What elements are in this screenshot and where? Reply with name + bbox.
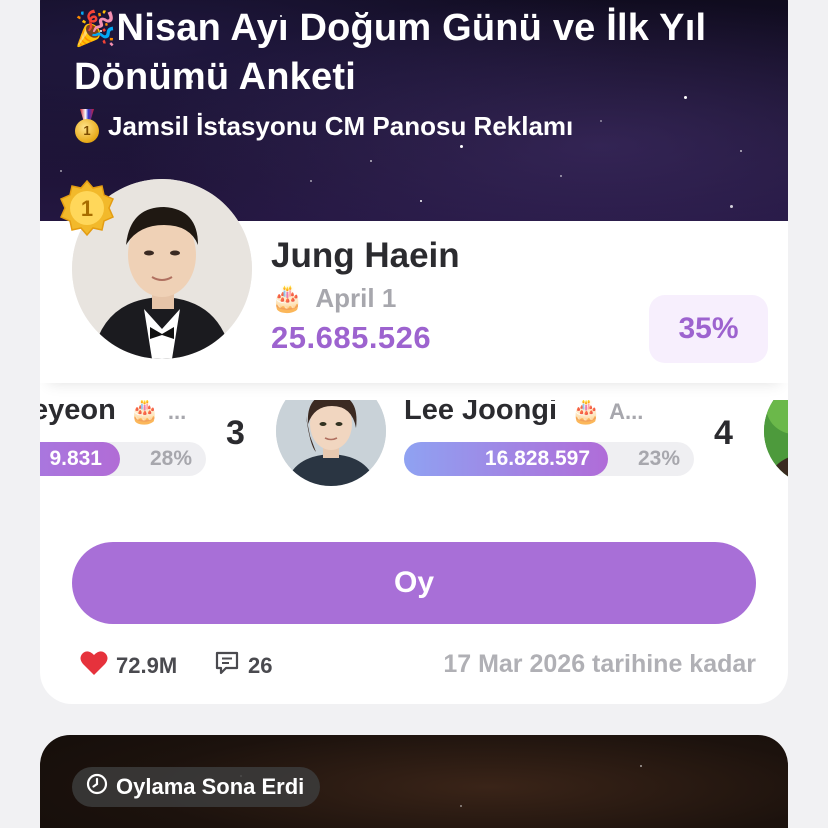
rank-4-avatar	[764, 400, 788, 486]
medal-icon: 1	[74, 109, 100, 143]
svg-text:1: 1	[81, 196, 93, 221]
leader-birthday-text: April 1	[315, 283, 397, 313]
rank-3-name: Lee Joongi 🎂 A...	[404, 400, 643, 427]
rank-2-name: eyeon 🎂 ...	[40, 400, 186, 427]
rank-3-avatar	[276, 400, 386, 486]
birthday-cake-icon: 🎂	[571, 400, 602, 425]
comments-count: 26	[248, 653, 273, 678]
poll-subtitle: 1 Jamsil İstasyonu CM Panosu Reklamı	[74, 109, 573, 143]
rank-1-badge-icon: 1	[58, 179, 116, 237]
poll-subtitle-text: Jamsil İstasyonu CM Panosu Reklamı	[108, 110, 574, 141]
poll-card[interactable]: 🎉Nisan Ayı Doğum Günü ve İlk Yıl Dönümü …	[40, 0, 788, 704]
heart-icon	[80, 650, 108, 682]
vote-button[interactable]: Oy	[72, 542, 756, 624]
poll-footer: 72.9M 26 17 Mar 2026 tarihine kadar	[80, 650, 756, 684]
rank-3-percent: 23%	[637, 447, 680, 470]
likes-stat[interactable]: 72.9M	[80, 650, 177, 682]
poll-title-text: Nisan Ayı Doğum Günü ve İlk Yıl Dönümü A…	[74, 7, 707, 98]
likes-count: 72.9M	[116, 653, 178, 678]
rank-4-number: 4	[714, 414, 733, 452]
poll-deadline: 17 Mar 2026 tarihine kadar	[443, 650, 756, 678]
clock-icon	[86, 773, 108, 801]
comments-stat[interactable]: 26	[214, 650, 272, 682]
leader-percent-badge: 35%	[649, 295, 768, 363]
leader-votes: 25.685.526	[271, 320, 432, 355]
rank-2-vote-fill: 9.831	[40, 442, 120, 476]
poll-title: 🎉Nisan Ayı Doğum Günü ve İlk Yıl Dönümü …	[74, 4, 764, 101]
leader-birthday: 🎂 April 1	[271, 283, 396, 314]
next-poll-card[interactable]: Oylama Sona Erdi	[40, 735, 788, 828]
rank-3-vote-fill: 16.828.597	[404, 442, 608, 476]
birthday-cake-icon: 🎂	[271, 283, 304, 314]
party-popper-icon: 🎉	[74, 9, 117, 49]
comment-icon	[214, 650, 240, 682]
leader-name: Jung Haein	[271, 236, 460, 275]
rank-2-percent: 28%	[149, 447, 192, 470]
birthday-cake-icon: 🎂	[129, 400, 160, 425]
poll-ended-badge: Oylama Sona Erdi	[72, 767, 321, 807]
rank-2-vote-bar: 9.831 28%	[40, 442, 206, 476]
rank-3-number: 3	[226, 414, 245, 452]
poll-ended-text: Oylama Sona Erdi	[116, 774, 305, 799]
ranking-carousel[interactable]: eyeon 🎂 ... 9.831 28% 3 Lee Joongi 🎂 A..…	[40, 400, 788, 520]
rank-3-vote-bar: 16.828.597 23%	[404, 442, 694, 476]
